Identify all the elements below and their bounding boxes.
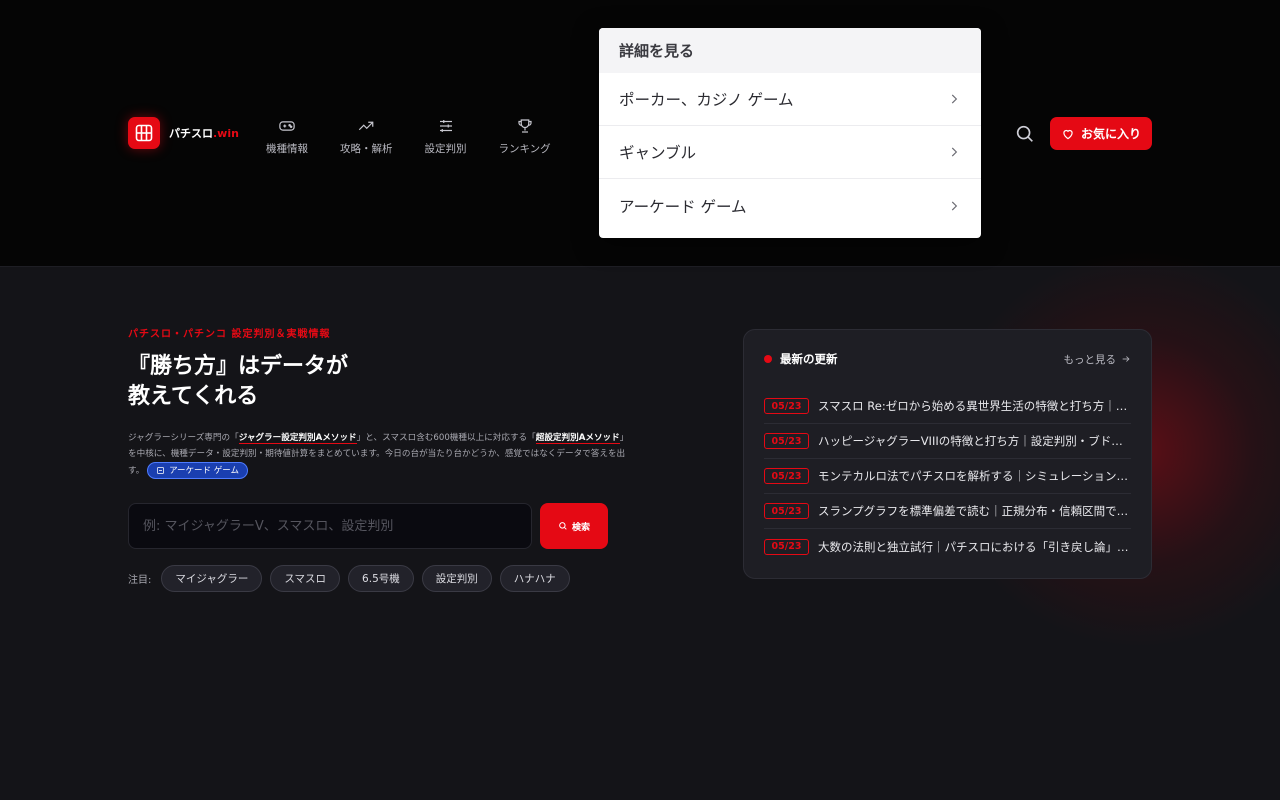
nav-item-machines[interactable]: 機種情報 bbox=[250, 117, 324, 156]
live-dot-icon bbox=[764, 355, 772, 363]
dropdown-title: 詳細を見る bbox=[599, 28, 981, 73]
juggler-method-link[interactable]: ジャグラー設定判別Aメソッド bbox=[238, 433, 357, 444]
chevron-right-icon bbox=[951, 94, 958, 104]
latest-updates-card: 最新の更新 もっと見る 05/23 スマスロ Re:ゼロから始める異世界生活の特… bbox=[743, 329, 1152, 579]
nav-item-settings-judgment[interactable]: 設定判別 bbox=[409, 117, 483, 156]
dropdown-item-gambling[interactable]: ギャンブル bbox=[599, 126, 981, 179]
nav-item-strategy[interactable]: 攻略・解析 bbox=[324, 117, 409, 156]
main-nav: 機種情報 攻略・解析 設定判別 ランキング bbox=[250, 117, 567, 156]
update-title: 大数の法則と独立試行｜パチスロにおける「引き戻し論」… bbox=[818, 539, 1129, 554]
favorites-button[interactable]: お気に入り bbox=[1050, 117, 1152, 150]
site-logo[interactable]: パチスロ.win bbox=[128, 117, 239, 149]
see-more-link[interactable]: もっと見る bbox=[1064, 352, 1132, 367]
arrow-right-icon bbox=[1122, 356, 1130, 362]
list-item[interactable]: 05/23 モンテカルロ法でパチスロを解析する｜シミュレーション… bbox=[764, 459, 1131, 494]
details-dropdown: 詳細を見る ポーカー、カジノ ゲーム ギャンブル アーケード ゲーム bbox=[599, 28, 981, 238]
hero-eyebrow: パチスロ・パチンコ 設定判別＆実戦情報 bbox=[128, 329, 331, 340]
tags-label: 注目: bbox=[128, 575, 152, 586]
tag-my-juggler[interactable]: マイジャグラー bbox=[161, 565, 263, 592]
arcade-icon bbox=[157, 467, 164, 474]
list-item[interactable]: 05/23 ハッピージャグラーVIIIの特徴と打ち方｜設定判別・ブド… bbox=[764, 424, 1131, 459]
tag-hanahana[interactable]: ハナハナ bbox=[499, 565, 570, 592]
update-title: ハッピージャグラーVIIIの特徴と打ち方｜設定判別・ブド… bbox=[818, 434, 1123, 448]
chevron-right-icon bbox=[951, 201, 958, 210]
date-badge: 05/23 bbox=[764, 398, 809, 414]
search-submit-button[interactable]: 検索 bbox=[540, 503, 608, 549]
tag-smaslo[interactable]: スマスロ bbox=[270, 565, 341, 592]
trending-up-icon bbox=[359, 121, 374, 131]
update-title: スマスロ Re:ゼロから始める異世界生活の特徴と打ち方｜… bbox=[818, 399, 1128, 413]
search-icon bbox=[559, 522, 567, 530]
date-badge: 05/23 bbox=[764, 433, 809, 449]
list-item[interactable]: 05/23 スランプグラフを標準偏差で読む｜正規分布・信頼区間で… bbox=[764, 494, 1131, 529]
date-badge: 05/23 bbox=[764, 538, 809, 555]
super-method-link[interactable]: 超設定判別Aメソッド bbox=[535, 433, 620, 444]
update-title: モンテカルロ法でパチスロを解析する｜シミュレーション… bbox=[818, 469, 1129, 483]
tag-settings-judgment[interactable]: 設定判別 bbox=[421, 565, 492, 592]
chevron-right-icon bbox=[951, 147, 958, 157]
hero-title: 『勝ち方』はデータが 教えてくれる bbox=[128, 354, 349, 409]
site-name: パチスロ.win bbox=[169, 127, 239, 140]
card-title: 最新の更新 bbox=[764, 351, 838, 367]
update-title: スランプグラフを標準偏差で読む｜正規分布・信頼区間で… bbox=[818, 504, 1129, 518]
date-badge: 05/23 bbox=[764, 503, 809, 519]
trophy-icon bbox=[517, 119, 532, 133]
gamepad-icon bbox=[279, 121, 295, 131]
list-item[interactable]: 05/23 スマスロ Re:ゼロから始める異世界生活の特徴と打ち方｜… bbox=[764, 389, 1131, 424]
arcade-game-chip[interactable]: アーケード ゲーム bbox=[147, 462, 249, 479]
list-item[interactable]: 05/23 大数の法則と独立試行｜パチスロにおける「引き戻し論」… bbox=[764, 529, 1131, 564]
card-header: 最新の更新 もっと見る bbox=[764, 350, 1131, 368]
heart-icon bbox=[1063, 129, 1073, 139]
search-input[interactable] bbox=[128, 503, 532, 549]
featured-tags: 注目: マイジャグラー スマスロ 6.5号機 設定判別 ハナハナ bbox=[128, 565, 578, 592]
dropdown-item-arcade[interactable]: アーケード ゲーム bbox=[599, 179, 981, 232]
hero-description: ジャグラーシリーズ専門の「ジャグラー設定判別Aメソッド」と、スマスロ含む600機… bbox=[128, 430, 628, 479]
grid-icon bbox=[128, 117, 160, 149]
update-list: 05/23 スマスロ Re:ゼロから始める異世界生活の特徴と打ち方｜… 05/2… bbox=[764, 389, 1131, 564]
nav-item-ranking[interactable]: ランキング bbox=[483, 117, 567, 156]
sliders-icon bbox=[439, 120, 452, 132]
header-search-button[interactable] bbox=[1014, 123, 1036, 145]
tag-6-5-gouki[interactable]: 6.5号機 bbox=[348, 565, 414, 592]
date-badge: 05/23 bbox=[764, 468, 809, 484]
dropdown-item-poker-casino[interactable]: ポーカー、カジノ ゲーム bbox=[599, 73, 981, 126]
search-icon bbox=[1016, 125, 1033, 142]
